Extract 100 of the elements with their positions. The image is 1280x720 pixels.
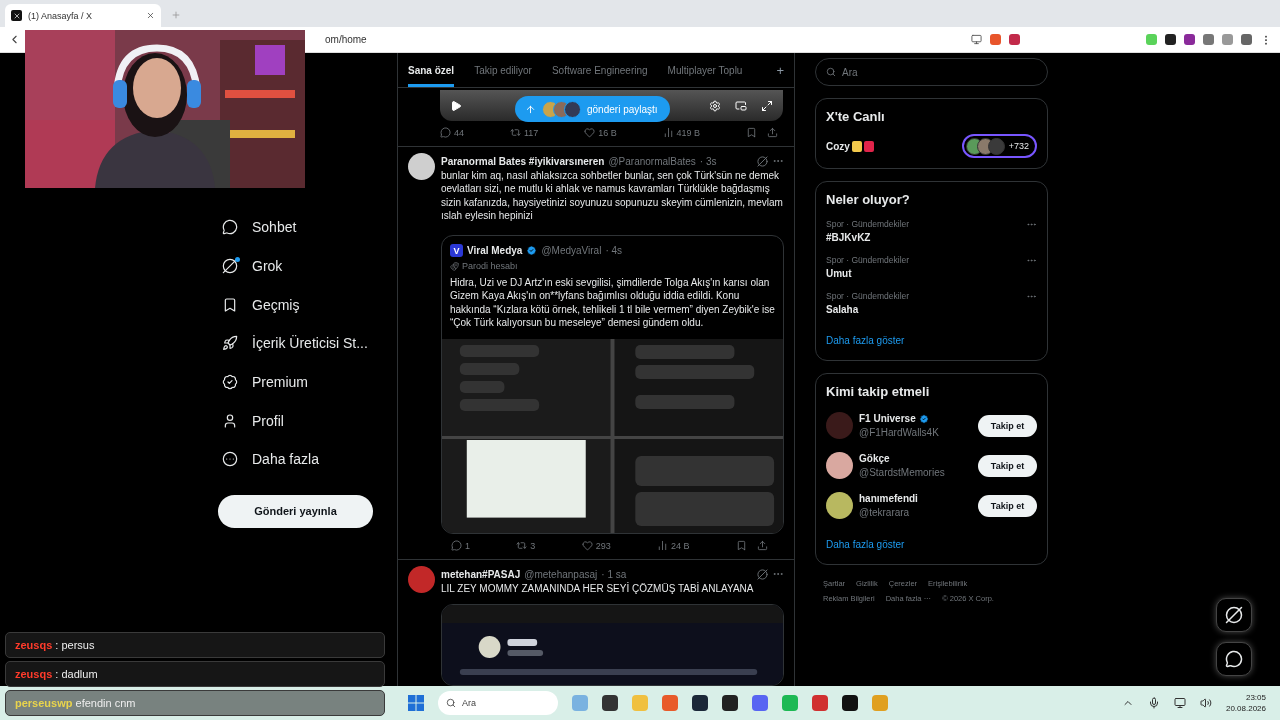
rocket-icon xyxy=(222,335,238,352)
post-time: · 3s xyxy=(699,155,717,167)
author-name: Viral Medya xyxy=(467,245,523,257)
follow-button[interactable]: Takip et xyxy=(978,494,1037,517)
clock-date: 20.08.2026 xyxy=(1225,704,1266,713)
share-icon[interactable] xyxy=(767,127,778,138)
views-button[interactable]: 24 B xyxy=(657,540,690,552)
heart-icon xyxy=(584,127,596,138)
post-time: · 4s xyxy=(605,245,623,257)
messages-button[interactable] xyxy=(1216,642,1252,676)
app-icon[interactable] xyxy=(842,695,858,711)
show-more-link[interactable]: Daha fazla göster xyxy=(826,335,1037,346)
trend-name[interactable]: #BJKvKZ xyxy=(826,232,910,243)
user-name: Gökçe xyxy=(859,453,890,464)
taskbar-search[interactable]: Ara xyxy=(438,691,558,715)
trend-category: Spor · Gündemdekiler xyxy=(826,291,910,301)
trend-name[interactable]: Salaha xyxy=(826,304,910,315)
heart-icon xyxy=(581,540,593,552)
card-title: X'te Canlı xyxy=(826,109,886,124)
feed-tab[interactable]: Software Engineering xyxy=(551,53,648,87)
extension-icon[interactable] xyxy=(1165,34,1176,45)
x-logo-icon xyxy=(11,10,22,21)
slashed-circle-icon xyxy=(1225,606,1243,624)
pip-icon[interactable] xyxy=(735,99,747,112)
slashed-circle-icon[interactable] xyxy=(757,568,768,580)
avatar xyxy=(826,412,853,439)
nav-item[interactable]: İçerik Üreticisi St... xyxy=(218,324,397,363)
card-title: Neler oluyor? xyxy=(826,192,911,207)
bookmark-icon[interactable] xyxy=(735,540,747,552)
app-icon[interactable] xyxy=(692,695,708,711)
chat-message: perseuswp efendin cnm xyxy=(5,690,385,716)
mask-icon xyxy=(450,261,459,271)
quoted-post[interactable] xyxy=(441,235,784,535)
grok-button[interactable] xyxy=(1216,598,1252,632)
bookmark-icon[interactable] xyxy=(746,127,757,138)
share-icon[interactable] xyxy=(756,540,768,552)
listeners-pill[interactable]: +732 xyxy=(961,134,1037,158)
speaker-icon[interactable] xyxy=(1199,697,1212,709)
chat-bubble-icon xyxy=(222,219,238,236)
post-time: · 1 sa xyxy=(601,568,627,580)
slashed-circle-icon[interactable] xyxy=(757,155,768,167)
user-handle: @StardstMemories xyxy=(859,467,946,478)
speech-bubble-icon xyxy=(440,127,451,138)
user-handle: @tekrarara xyxy=(859,507,911,518)
author-name: metehan#PASAJ xyxy=(441,568,521,580)
avatar xyxy=(408,153,435,180)
trend-category: Spor · Gündemdekiler xyxy=(826,219,910,229)
show-more-link[interactable]: Daha fazla göster xyxy=(826,539,1037,550)
repost-icon xyxy=(516,540,528,552)
settings-icon[interactable] xyxy=(709,99,721,112)
post-button[interactable]: Gönderi yayınla xyxy=(218,494,373,528)
views-button[interactable]: 419 B xyxy=(662,127,701,138)
account-label: Parodi hesabı xyxy=(462,261,518,272)
account-logo: V xyxy=(450,244,463,258)
nav-item[interactable]: Profil xyxy=(218,401,397,441)
nav-item[interactable]: Daha fazla xyxy=(218,440,397,479)
app-icon[interactable] xyxy=(722,695,738,711)
microphone-icon[interactable] xyxy=(1147,697,1160,709)
bar-chart-icon xyxy=(662,127,674,138)
feed-tab[interactable]: Sana özel xyxy=(408,53,455,87)
play-icon[interactable] xyxy=(450,99,462,112)
post-text: LIL ZEY MOMMY ZAMANINDA HER SEYİ ÇÖZMÜŞ TABİ ANLAYANA xyxy=(441,582,755,596)
author-handle: @MedyaViral xyxy=(541,245,602,257)
space-title: Cozy xyxy=(826,140,874,152)
feed-tab[interactable]: Takip ediliyor xyxy=(474,53,532,87)
trend-name[interactable]: Umut xyxy=(826,268,910,279)
follow-button[interactable]: Takip et xyxy=(978,454,1037,477)
person-icon xyxy=(222,412,238,429)
avatar xyxy=(826,452,853,479)
search-icon xyxy=(826,67,836,77)
post-text: bunlar kim aq, nasıl ahlaksızca sohbetler bunlar, sen çok Türk'sün ne demek oevlatları sizi, ne mutlu ki ahlak ve namus kavramları Türklükle bağdaşmış sizin kafanızda, haysiyetinizi soyunuzu sopunuzu skeyim cümlenizin, mevlam ıslah eylesin hepinizi xyxy=(441,169,784,223)
feed-tab[interactable]: Multiplayer Toplu xyxy=(667,53,743,87)
repost-button[interactable]: 3 xyxy=(516,540,536,552)
user-name: hanımefendi xyxy=(859,493,918,504)
nav-item[interactable]: Sohbet xyxy=(218,208,397,247)
speech-bubble-icon xyxy=(451,540,462,552)
fullscreen-icon[interactable] xyxy=(761,99,773,112)
add-tab-button[interactable]: + xyxy=(776,53,784,87)
close-icon[interactable] xyxy=(146,11,155,20)
repost-button[interactable]: 117 xyxy=(509,127,539,138)
app-icon[interactable] xyxy=(602,695,618,711)
like-button[interactable]: 16 B xyxy=(584,127,617,138)
windows-icon[interactable] xyxy=(408,695,424,711)
bar-chart-icon xyxy=(657,540,669,552)
browser-tab[interactable]: (1) Anasayfa / X xyxy=(5,4,161,27)
nav-item[interactable]: Grok xyxy=(218,246,397,286)
nav-item[interactable]: Geçmiş xyxy=(218,285,397,325)
user-name: F1 Universe xyxy=(859,413,916,424)
clock-time: 23:05 xyxy=(1245,693,1266,702)
check-badge-icon xyxy=(222,374,238,391)
like-button[interactable]: 293 xyxy=(581,540,611,552)
follow-button[interactable]: Takip et xyxy=(978,414,1037,437)
monitor-icon[interactable] xyxy=(1173,697,1186,709)
author-handle: @metehanpasaj xyxy=(524,568,598,580)
extension-icon[interactable] xyxy=(1184,34,1195,45)
nav-item[interactable]: Premium xyxy=(218,362,397,402)
monitor-icon[interactable] xyxy=(971,34,982,45)
card-title: Kimi takip etmeli xyxy=(826,384,931,399)
reply-button[interactable]: 44 xyxy=(440,127,464,138)
reply-button[interactable]: 1 xyxy=(451,540,470,552)
